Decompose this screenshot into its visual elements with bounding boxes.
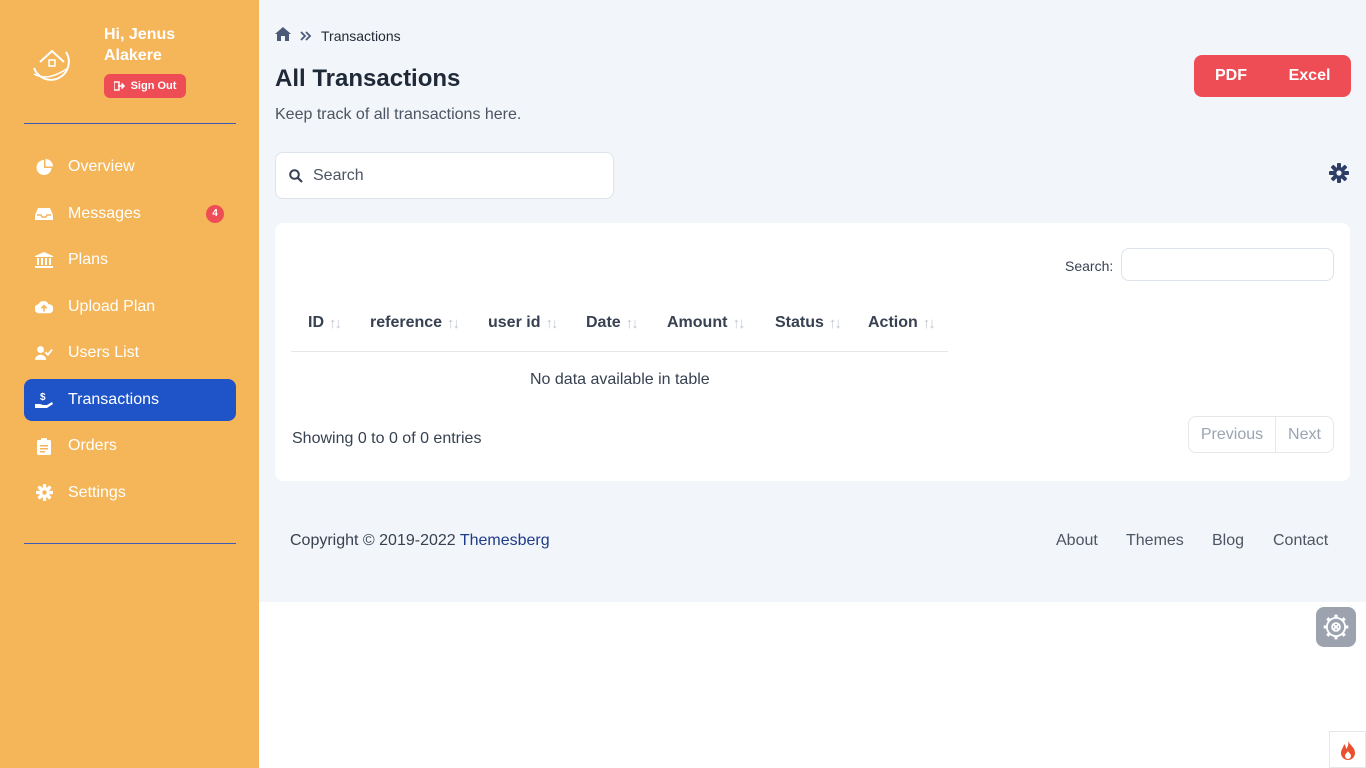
breadcrumb-current: Transactions <box>321 27 401 44</box>
table-header-row: ID ↑↓ reference ↑↓ user id ↑↓ Date ↑↓ Amount… <box>291 309 948 352</box>
sign-out-icon <box>113 81 125 91</box>
sidebar-item-users-list[interactable]: Users List <box>24 332 236 374</box>
column-label: ID <box>308 314 324 331</box>
search-field <box>275 152 614 199</box>
column-label: Action <box>868 314 918 331</box>
search-icon <box>289 168 303 183</box>
hand-holding-dollar-icon: $ <box>35 391 53 409</box>
user-card: Hi, Jenus Alakere Sign Out <box>24 24 236 104</box>
gear-icon <box>35 484 53 502</box>
column-label: user id <box>488 314 541 331</box>
sidebar-item-label: Overview <box>68 158 135 175</box>
export-excel-button[interactable]: Excel <box>1268 55 1351 97</box>
user-greeting: Hi, Jenus Alakere <box>104 26 176 64</box>
sidebar: Hi, Jenus Alakere Sign Out Overview Mess… <box>0 0 259 768</box>
column-label: reference <box>370 314 443 331</box>
copyright-text: Copyright © 2019-2022 <box>290 532 456 549</box>
sort-icon: ↑↓ <box>447 314 460 332</box>
sidebar-item-orders[interactable]: Orders <box>24 425 236 467</box>
sidebar-item-label: Transactions <box>68 390 159 408</box>
main-content: Transactions All Transactions Keep track… <box>259 0 1366 602</box>
footer-brand-link[interactable]: Themesberg <box>460 532 550 549</box>
sidebar-item-plans[interactable]: Plans <box>24 239 236 281</box>
column-header-action[interactable]: Action ↑↓ <box>868 314 936 332</box>
sidebar-nav: Overview Messages 4 Plans Upload Plan Us… <box>24 146 236 518</box>
pagination-next-button[interactable]: Next <box>1276 417 1333 452</box>
column-header-date[interactable]: Date ↑↓ <box>586 314 639 332</box>
sort-icon: ↑↓ <box>545 314 558 332</box>
sidebar-item-settings[interactable]: Settings <box>24 472 236 514</box>
messages-count-badge: 4 <box>206 204 224 223</box>
sort-icon: ↑↓ <box>329 314 342 332</box>
cloud-upload-icon <box>35 298 53 316</box>
footer-link-themes[interactable]: Themes <box>1126 532 1184 550</box>
home-icon[interactable] <box>275 27 291 44</box>
table-entries-info: Showing 0 to 0 of 0 entries <box>292 430 482 447</box>
sidebar-item-label: Orders <box>68 437 117 454</box>
column-label: Date <box>586 314 621 331</box>
bank-icon <box>35 251 53 269</box>
fire-icon <box>1340 739 1355 760</box>
pie-chart-icon <box>35 158 53 176</box>
sign-out-label: Sign Out <box>130 80 177 92</box>
svg-text:$: $ <box>40 392 46 403</box>
sort-icon: ↑↓ <box>922 314 936 332</box>
pagination-previous-button[interactable]: Previous <box>1189 417 1276 452</box>
sidebar-divider-top <box>24 123 236 124</box>
search-input[interactable] <box>313 166 593 185</box>
sidebar-item-label: Users List <box>68 344 140 361</box>
user-check-icon <box>35 344 53 362</box>
table-settings-gear-icon[interactable] <box>1329 163 1349 188</box>
export-pdf-button[interactable]: PDF <box>1194 55 1268 97</box>
page-title: All Transactions <box>275 65 461 92</box>
table-search-input[interactable] <box>1121 248 1334 281</box>
clipboard-icon <box>35 437 53 455</box>
floating-settings-button[interactable] <box>1316 607 1356 647</box>
inbox-icon <box>35 205 53 223</box>
column-header-status[interactable]: Status ↑↓ <box>775 314 842 332</box>
sort-icon: ↑↓ <box>732 314 745 332</box>
sidebar-item-overview[interactable]: Overview <box>24 146 236 188</box>
table-pagination: Previous Next <box>1188 416 1334 453</box>
sidebar-divider-bottom <box>24 543 236 544</box>
sidebar-item-upload-plan[interactable]: Upload Plan <box>24 286 236 328</box>
sidebar-item-label: Upload Plan <box>68 297 156 315</box>
sidebar-item-messages[interactable]: Messages 4 <box>24 193 236 235</box>
footer-link-contact[interactable]: Contact <box>1273 532 1328 550</box>
page-subtitle: Keep track of all transactions here. <box>275 106 522 123</box>
home-logo-icon <box>33 49 70 81</box>
footer-copyright: Copyright © 2019-2022 Themesberg <box>290 532 550 550</box>
column-header-amount[interactable]: Amount ↑↓ <box>667 314 745 332</box>
transactions-table-card: Search: ID ↑↓ reference ↑↓ user id ↑↓ Date ↑… <box>275 223 1350 481</box>
sign-out-button[interactable]: Sign Out <box>104 74 186 98</box>
footer-link-blog[interactable]: Blog <box>1212 532 1244 550</box>
sidebar-item-label: Settings <box>68 483 126 501</box>
sort-icon: ↑↓ <box>625 314 639 332</box>
column-label: Amount <box>667 314 728 331</box>
column-header-reference[interactable]: reference ↑↓ <box>370 314 460 332</box>
table-search-label: Search: <box>1065 258 1114 274</box>
breadcrumb: Transactions <box>275 27 401 44</box>
column-header-id[interactable]: ID ↑↓ <box>308 314 342 332</box>
column-label: Status <box>775 314 824 331</box>
sidebar-item-transactions[interactable]: $ Transactions <box>24 378 236 421</box>
breadcrumb-separator-icon <box>300 28 312 44</box>
sidebar-item-label: Messages <box>68 204 141 222</box>
sidebar-item-label: Plans <box>68 251 109 268</box>
column-header-user-id[interactable]: user id ↑↓ <box>488 314 558 332</box>
export-button-group: PDF Excel <box>1194 55 1351 97</box>
table-empty-message: No data available in table <box>530 371 710 388</box>
gear-icon <box>1323 614 1349 640</box>
debug-toolbar-button[interactable] <box>1329 731 1366 768</box>
footer-link-about[interactable]: About <box>1056 532 1098 550</box>
sort-icon: ↑↓ <box>828 314 842 332</box>
